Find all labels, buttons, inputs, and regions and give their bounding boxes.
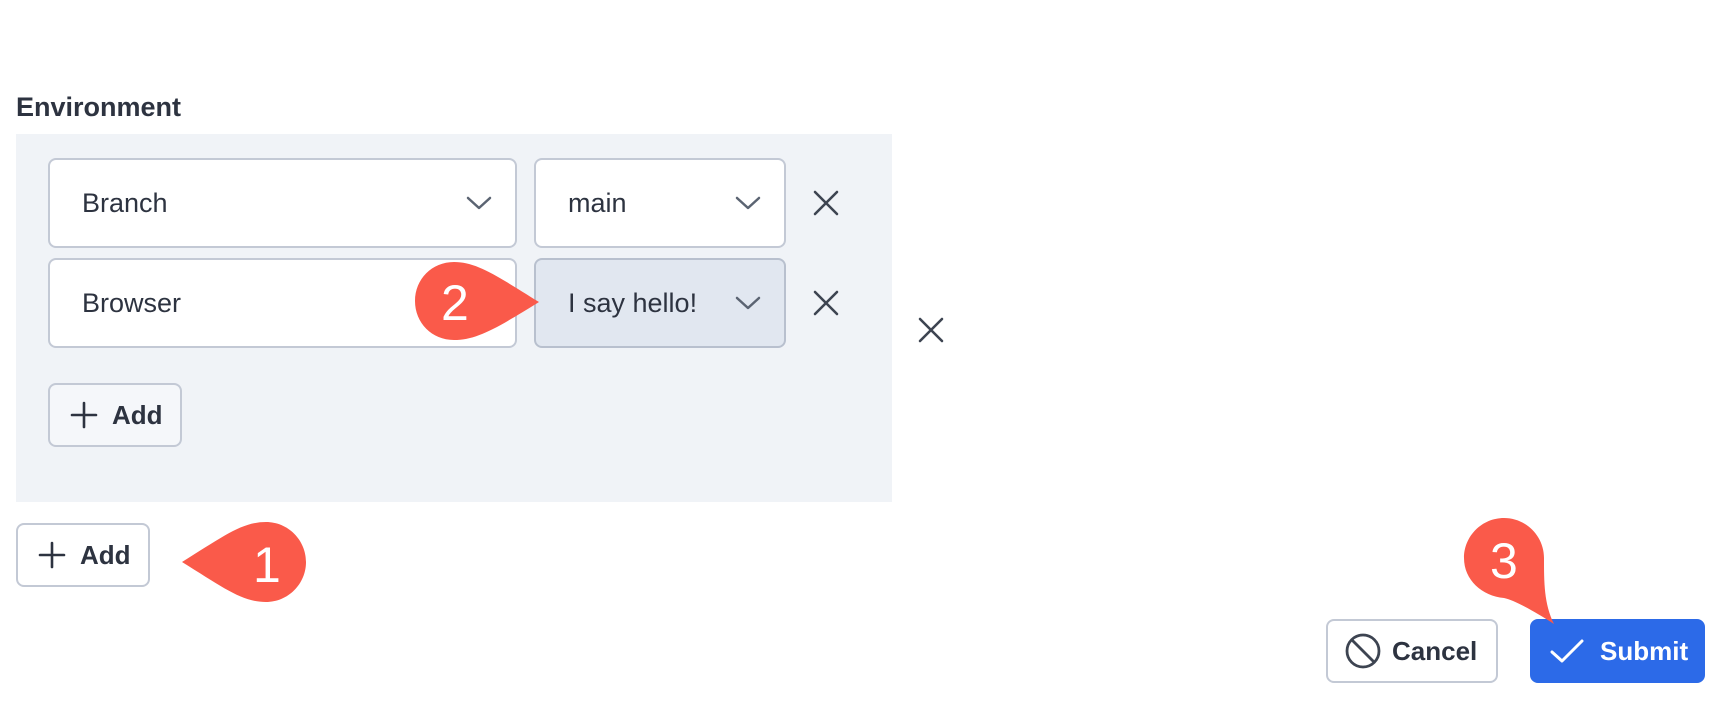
remove-row-button-2[interactable] (809, 286, 843, 320)
plus-icon (38, 541, 66, 569)
cancel-label: Cancel (1392, 635, 1478, 666)
env-key-select-1[interactable]: Branch (48, 158, 517, 248)
env-value-value-2: I say hello! (568, 287, 698, 318)
callout-number-1: 1 (253, 537, 281, 593)
add-variable-label: Add (112, 399, 163, 430)
add-variable-button[interactable]: Add (48, 383, 182, 447)
remove-group-button[interactable] (914, 313, 948, 347)
callout-marker-1: 1 (180, 520, 308, 604)
env-key-value-2: Browser (82, 287, 182, 318)
close-icon (813, 290, 839, 316)
callout-marker-2: 2 (413, 260, 543, 342)
add-group-label: Add (80, 539, 131, 570)
environment-label: Environment (16, 92, 182, 122)
env-value-select-2[interactable]: I say hello! (534, 258, 786, 348)
submit-button[interactable]: Submit (1530, 619, 1705, 683)
submit-label: Submit (1600, 635, 1689, 666)
remove-row-button-1[interactable] (809, 186, 843, 220)
chevron-down-icon (466, 196, 492, 210)
chevron-down-icon (735, 296, 761, 310)
prohibited-icon (1344, 632, 1382, 670)
close-icon (918, 317, 944, 343)
env-value-select-1[interactable]: main (534, 158, 786, 248)
plus-icon (70, 401, 98, 429)
chevron-down-icon (735, 196, 761, 210)
check-icon (1550, 638, 1584, 664)
callout-marker-3: 3 (1462, 516, 1562, 628)
env-key-value-1: Branch (82, 187, 168, 218)
env-value-value-1: main (568, 187, 627, 218)
callout-number-2: 2 (441, 275, 469, 331)
callout-number-3: 3 (1490, 533, 1518, 589)
cancel-button[interactable]: Cancel (1326, 619, 1498, 683)
add-group-button[interactable]: Add (16, 523, 150, 587)
close-icon (813, 190, 839, 216)
